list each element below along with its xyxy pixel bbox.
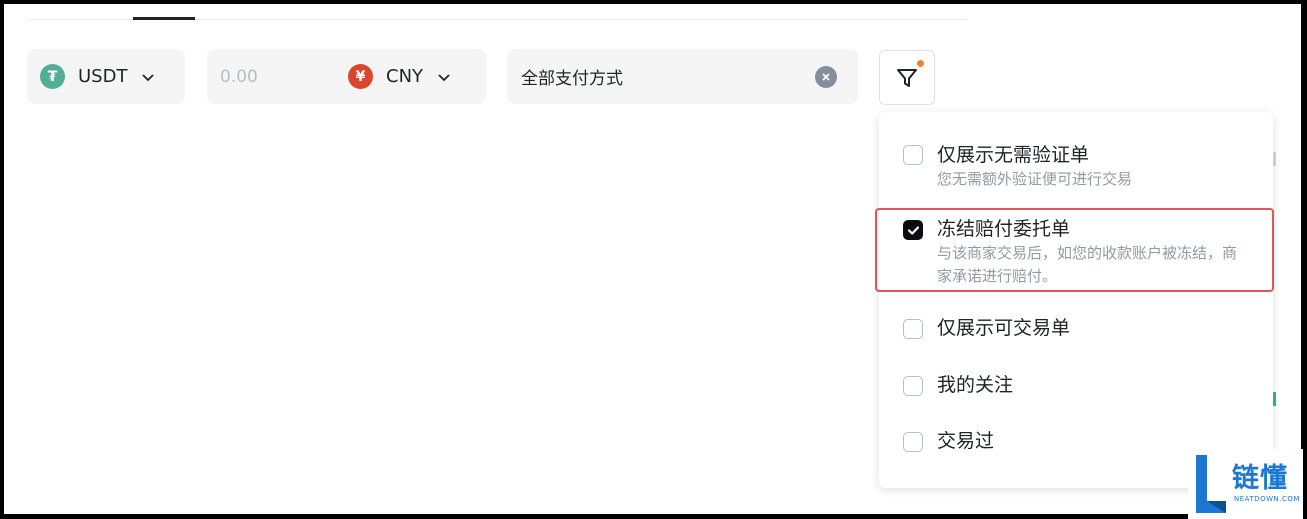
filter-icon xyxy=(897,68,917,87)
amount-input[interactable]: 0.00 xyxy=(220,67,348,87)
checkbox[interactable] xyxy=(903,319,923,339)
logo-text: 链懂 xyxy=(1232,463,1288,494)
option-title: 仅展示无需验证单 xyxy=(937,144,1090,166)
option-tradable-only[interactable]: 仅展示可交易单 xyxy=(903,315,1070,341)
checkbox[interactable] xyxy=(903,145,923,165)
option-title: 冻结赔付委托单 xyxy=(937,218,1071,240)
check-icon xyxy=(907,225,919,235)
option-following[interactable]: 我的关注 xyxy=(903,372,1013,398)
checkbox[interactable] xyxy=(903,376,923,396)
payment-method-value: 全部支付方式 xyxy=(521,69,623,89)
chevron-down-icon xyxy=(142,73,155,81)
filter-dropdown: 仅展示无需验证单 您无需额外验证便可进行交易 冻结赔付委托单 与该商家交易后，如… xyxy=(875,112,1274,488)
filter-button[interactable] xyxy=(879,50,935,105)
option-title: 交易过 xyxy=(937,430,995,452)
coin-select[interactable]: ₮ USDT xyxy=(27,49,185,104)
payment-method-select[interactable]: 全部支付方式 xyxy=(507,49,858,104)
option-desc: 您无需额外验证便可进行交易 xyxy=(937,170,1133,188)
coin-label: USDT xyxy=(78,66,128,87)
watermark-logo: 链懂 NEATDOWN.COM xyxy=(1188,449,1303,519)
option-no-verification[interactable]: 仅展示无需验证单 您无需额外验证便可进行交易 xyxy=(903,142,1237,191)
checkbox-checked[interactable] xyxy=(903,220,923,240)
tether-icon: ₮ xyxy=(40,64,65,89)
option-traded-before[interactable]: 交易过 xyxy=(903,428,994,454)
fiat-label: CNY xyxy=(386,66,424,87)
filter-badge xyxy=(917,60,924,67)
yuan-icon: ¥ xyxy=(348,64,373,89)
option-freeze-compensation[interactable]: 冻结赔付委托单 与该商家交易后，如您的收款账户被冻结，商家承诺进行赔付。 xyxy=(903,216,1237,288)
logo-subtext: NEATDOWN.COM xyxy=(1234,495,1300,503)
background-content-edge xyxy=(1273,152,1276,166)
clear-icon[interactable] xyxy=(815,65,837,88)
chevron-down-icon xyxy=(438,73,450,81)
fiat-select[interactable]: ¥ CNY xyxy=(348,64,451,89)
logo-l-icon xyxy=(1196,455,1226,513)
option-desc: 与该商家交易后，如您的收款账户被冻结，商家承诺进行赔付。 xyxy=(937,244,1238,285)
background-content-edge xyxy=(1273,392,1276,406)
active-tab-indicator xyxy=(133,17,195,20)
amount-fiat-group: 0.00 ¥ CNY xyxy=(207,49,486,104)
checkbox[interactable] xyxy=(903,432,923,452)
option-title: 我的关注 xyxy=(937,374,1014,396)
option-title: 仅展示可交易单 xyxy=(937,317,1071,339)
